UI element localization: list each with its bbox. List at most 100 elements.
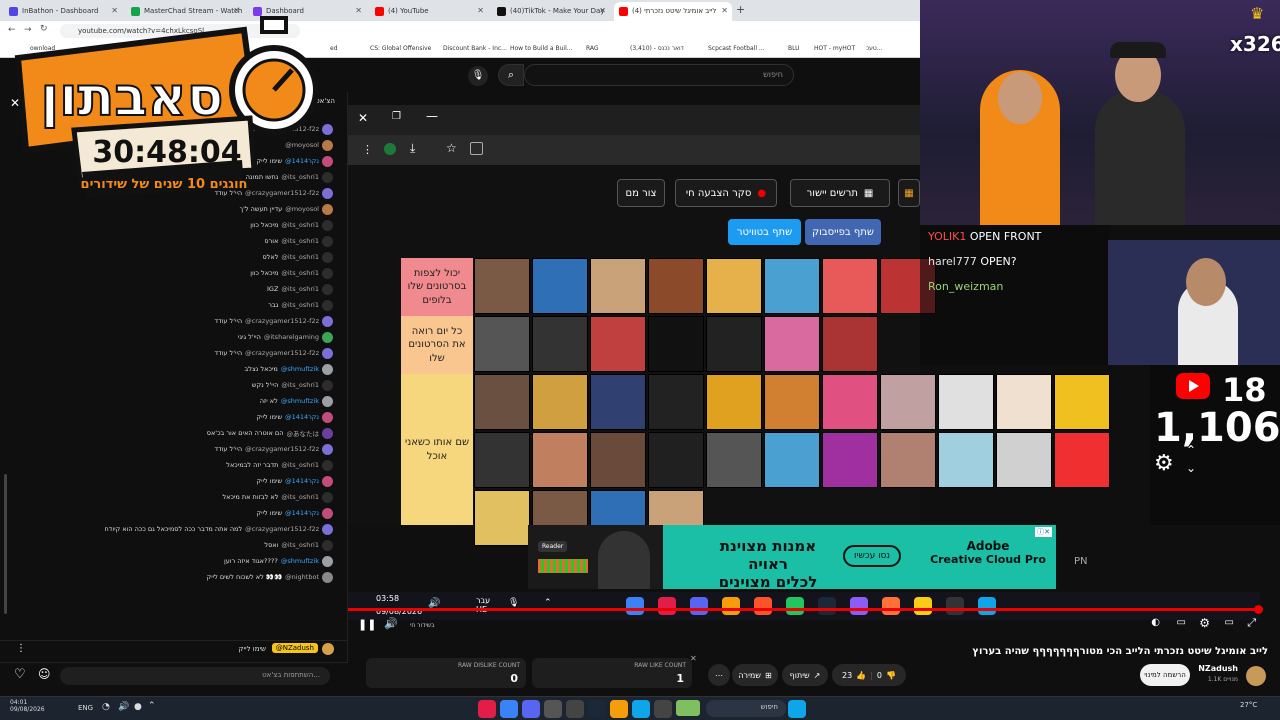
chrome-icon[interactable] (500, 700, 518, 718)
tier-item-image[interactable] (880, 374, 936, 430)
share-twitter-button[interactable]: שתף בטוויטר (728, 219, 801, 245)
edge-icon[interactable] (632, 700, 650, 718)
more-options-icon[interactable]: ⋮ (16, 643, 26, 654)
tier-item-image[interactable] (532, 316, 588, 372)
bookmark-item[interactable]: CS: Global Offensive (370, 45, 431, 52)
chat-username[interactable]: @1414נקר (285, 413, 319, 421)
chat-username[interactable]: @1414נקר (285, 477, 319, 485)
widget-icon[interactable] (676, 700, 700, 716)
tier-item-image[interactable] (938, 432, 994, 488)
chat-username[interactable]: @its_oshri1 (281, 493, 319, 501)
channel-name[interactable]: NZadush (1198, 664, 1238, 673)
screenshot-icon[interactable] (470, 142, 483, 155)
headset-icon[interactable] (544, 700, 562, 718)
close-tab-icon[interactable]: ✕ (721, 6, 728, 15)
tier-item-image[interactable] (590, 432, 646, 488)
bookmark-item[interactable]: (3,410) - דואר נכנס (630, 45, 684, 52)
tier-item-image[interactable] (996, 432, 1052, 488)
more-actions-button[interactable]: ⋯ (708, 664, 730, 686)
browser-tab[interactable]: (4) YouTube ✕ (370, 2, 488, 21)
tier-item-image[interactable] (532, 374, 588, 430)
tier-item-image[interactable] (822, 374, 878, 430)
tier-item-image[interactable] (880, 432, 936, 488)
browser-tab[interactable]: (40)TikTok - Make Your Day ✕ (492, 2, 610, 21)
avatar[interactable] (322, 363, 333, 375)
avatar[interactable] (322, 571, 333, 583)
tier-item-image[interactable] (706, 316, 762, 372)
avatar[interactable] (322, 219, 333, 231)
extension-icon[interactable] (384, 143, 396, 155)
avatar[interactable] (322, 459, 333, 471)
share-facebook-button[interactable]: שתף בפייסבוק (805, 219, 881, 245)
avatar[interactable] (322, 523, 333, 535)
video-progress-bar[interactable] (348, 608, 1260, 611)
tier-item-image[interactable] (474, 374, 530, 430)
avatar[interactable] (322, 123, 333, 135)
bookmark-item[interactable]: BLU (788, 45, 800, 52)
bookmark-item[interactable]: טעכ... (866, 45, 883, 52)
chat-input[interactable]: השתתפות בצ'אט... (60, 667, 330, 685)
app-icon[interactable] (566, 700, 584, 718)
avatar[interactable] (322, 171, 333, 183)
tier-item-image[interactable] (764, 258, 820, 314)
avatar[interactable] (322, 315, 333, 327)
voice-search-icon[interactable]: 🎙 (468, 66, 488, 86)
tier-item-image[interactable] (648, 258, 704, 314)
discord-icon[interactable] (522, 700, 540, 718)
avatar[interactable] (322, 443, 333, 455)
heart-icon[interactable]: ♡ (14, 667, 26, 682)
toggle-icon[interactable]: ◐ (1151, 617, 1160, 628)
tier-item-image[interactable] (532, 258, 588, 314)
windows-icon[interactable] (788, 700, 806, 718)
fullscreen-icon[interactable]: ⤢ (1247, 616, 1256, 630)
tier-item-image[interactable] (1054, 374, 1110, 430)
avatar[interactable] (322, 411, 333, 423)
tier-item-image[interactable] (938, 374, 994, 430)
chrome-icon[interactable] (610, 700, 628, 718)
close-icon[interactable]: ✕ (690, 654, 697, 663)
save-button[interactable]: שמירה ⊞ (732, 664, 778, 686)
volume-icon[interactable]: 🔊 (384, 617, 398, 630)
alignment-chart-chip[interactable]: תרשים יישור ▦ (790, 179, 890, 207)
chat-username[interactable]: @shmuftzik (281, 365, 319, 373)
avatar[interactable] (322, 491, 333, 503)
close-icon[interactable]: ✕ (358, 111, 368, 125)
tier-item-image[interactable] (996, 374, 1052, 430)
more-options-icon[interactable]: ⋮ (362, 143, 373, 156)
avatar[interactable] (322, 235, 333, 247)
close-tab-icon[interactable]: ✕ (477, 6, 484, 15)
avatar[interactable] (322, 139, 333, 151)
live-poll-chip[interactable]: סקר הצבעה חי ● (675, 179, 777, 207)
tier-item-image[interactable] (590, 258, 646, 314)
tier-item-image[interactable] (706, 374, 762, 430)
chat-username[interactable]: @its_oshri1 (281, 253, 319, 261)
channel-avatar[interactable] (1246, 666, 1266, 686)
chat-username[interactable]: @crazygamer1512-f2z (245, 349, 319, 357)
chat-username[interactable]: @shmuftzik (281, 557, 319, 565)
tier-item-image[interactable] (764, 374, 820, 430)
thumbs-up-icon[interactable]: 👍 (856, 671, 866, 680)
avatar[interactable] (322, 203, 333, 215)
chat-username[interactable]: @moyosol (285, 205, 319, 213)
avatar[interactable] (322, 267, 333, 279)
make-meme-chip[interactable]: צור מם (617, 179, 665, 207)
avatar[interactable] (322, 251, 333, 263)
adobe-ad-banner[interactable]: Reader אמנות מצוינת ראויה לכלים מצוינים נ… (528, 525, 1056, 591)
tier-item-image[interactable] (648, 316, 704, 372)
tier-item-image[interactable] (474, 490, 530, 546)
bookmark-item[interactable]: Discount Bank - Inc... (443, 45, 507, 52)
settings-icon[interactable]: ⚙ (1199, 616, 1210, 630)
chat-username[interactable]: @nightbot (285, 573, 319, 581)
tier-item-image[interactable] (590, 374, 646, 430)
avatar[interactable] (322, 507, 333, 519)
chat-username[interactable]: @its_oshri1 (281, 221, 319, 229)
download-icon[interactable]: ⤓ (410, 141, 415, 156)
tier-item-image[interactable] (474, 316, 530, 372)
chat-username[interactable]: @あなたは (287, 428, 320, 438)
avatar[interactable] (322, 283, 333, 295)
tier-item-image[interactable] (1054, 432, 1110, 488)
avatar[interactable] (322, 155, 333, 167)
subtitles-icon[interactable]: ▭ (1177, 617, 1186, 628)
chat-username[interactable]: @crazygamer1512-f2z (245, 317, 319, 325)
new-tab-button[interactable]: + (736, 3, 745, 16)
